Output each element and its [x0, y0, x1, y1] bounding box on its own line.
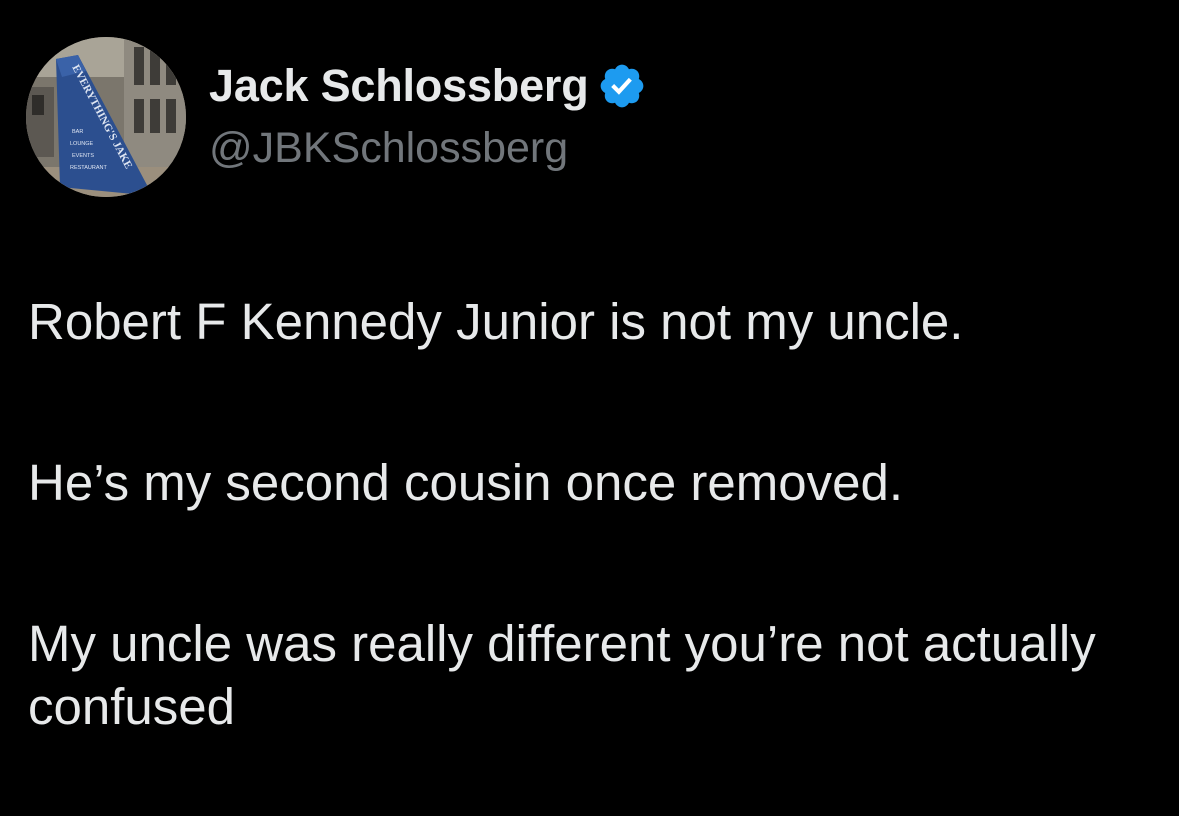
avatar[interactable]: EVERYTHING'S JAKE BAR LOUNGE EVENTS REST… [26, 37, 186, 197]
avatar-image: EVERYTHING'S JAKE BAR LOUNGE EVENTS REST… [26, 37, 186, 197]
display-name[interactable]: Jack Schlossberg [209, 60, 589, 112]
tweet-card: EVERYTHING'S JAKE BAR LOUNGE EVENTS REST… [0, 0, 1179, 816]
verified-badge-icon[interactable] [597, 61, 647, 111]
tweet-paragraph: Robert F Kennedy Junior is not my uncle. [28, 293, 964, 350]
tweet-paragraph: My uncle was really different you’re not… [28, 615, 1096, 735]
name-row: Jack Schlossberg [209, 58, 647, 114]
svg-text:BAR: BAR [72, 129, 83, 135]
svg-text:EVENTS: EVENTS [72, 153, 94, 159]
tweet-paragraph: He’s my second cousin once removed. [28, 454, 903, 511]
tweet-text: Robert F Kennedy Junior is not my uncle.… [28, 290, 1158, 738]
user-handle[interactable]: @JBKSchlossberg [209, 124, 568, 173]
svg-text:LOUNGE: LOUNGE [70, 141, 94, 147]
svg-text:RESTAURANT: RESTAURANT [70, 165, 108, 171]
